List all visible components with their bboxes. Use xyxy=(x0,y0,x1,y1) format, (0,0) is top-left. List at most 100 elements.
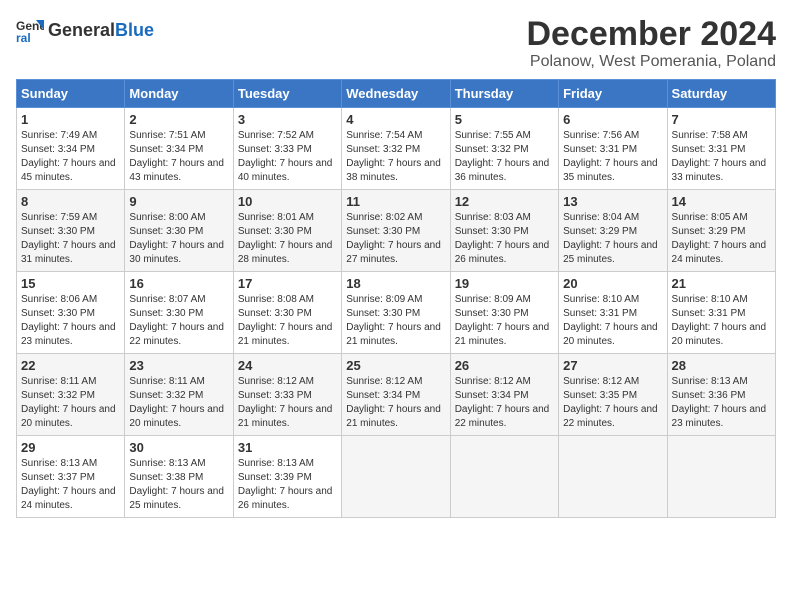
cell-text: Sunrise: 7:51 AMSunset: 3:34 PMDaylight:… xyxy=(129,130,224,183)
day-number: 13 xyxy=(563,194,662,209)
calendar-table: SundayMondayTuesdayWednesdayThursdayFrid… xyxy=(16,79,776,518)
day-number: 6 xyxy=(563,112,662,127)
day-header-sunday: Sunday xyxy=(17,80,125,108)
day-number: 14 xyxy=(672,194,771,209)
calendar-cell: 22 Sunrise: 8:11 AMSunset: 3:32 PMDaylig… xyxy=(17,354,125,436)
day-number: 4 xyxy=(346,112,445,127)
cell-text: Sunrise: 7:52 AMSunset: 3:33 PMDaylight:… xyxy=(238,130,333,183)
day-number: 1 xyxy=(21,112,120,127)
day-number: 8 xyxy=(21,194,120,209)
day-number: 24 xyxy=(238,358,337,373)
day-number: 15 xyxy=(21,276,120,291)
day-number: 17 xyxy=(238,276,337,291)
cell-text: Sunrise: 8:10 AMSunset: 3:31 PMDaylight:… xyxy=(672,294,767,347)
logo: Gene ral GeneralBlue xyxy=(16,16,154,44)
calendar-cell: 13 Sunrise: 8:04 AMSunset: 3:29 PMDaylig… xyxy=(559,190,667,272)
calendar-cell: 16 Sunrise: 8:07 AMSunset: 3:30 PMDaylig… xyxy=(125,272,233,354)
day-number: 16 xyxy=(129,276,228,291)
logo-icon: Gene ral xyxy=(16,16,44,44)
cell-text: Sunrise: 8:12 AMSunset: 3:34 PMDaylight:… xyxy=(455,376,550,429)
calendar-cell: 11 Sunrise: 8:02 AMSunset: 3:30 PMDaylig… xyxy=(342,190,450,272)
calendar-cell: 27 Sunrise: 8:12 AMSunset: 3:35 PMDaylig… xyxy=(559,354,667,436)
calendar-cell: 30 Sunrise: 8:13 AMSunset: 3:38 PMDaylig… xyxy=(125,436,233,518)
header: Gene ral GeneralBlue December 2024 Polan… xyxy=(16,16,776,71)
day-number: 26 xyxy=(455,358,554,373)
day-number: 10 xyxy=(238,194,337,209)
calendar-cell: 7 Sunrise: 7:58 AMSunset: 3:31 PMDayligh… xyxy=(667,108,775,190)
calendar-cell: 15 Sunrise: 8:06 AMSunset: 3:30 PMDaylig… xyxy=(17,272,125,354)
day-number: 28 xyxy=(672,358,771,373)
day-number: 9 xyxy=(129,194,228,209)
calendar-cell: 17 Sunrise: 8:08 AMSunset: 3:30 PMDaylig… xyxy=(233,272,341,354)
day-number: 31 xyxy=(238,440,337,455)
calendar-cell: 2 Sunrise: 7:51 AMSunset: 3:34 PMDayligh… xyxy=(125,108,233,190)
logo-text-blue: Blue xyxy=(115,20,154,41)
cell-text: Sunrise: 8:12 AMSunset: 3:34 PMDaylight:… xyxy=(346,376,441,429)
calendar-cell: 8 Sunrise: 7:59 AMSunset: 3:30 PMDayligh… xyxy=(17,190,125,272)
cell-text: Sunrise: 8:02 AMSunset: 3:30 PMDaylight:… xyxy=(346,212,441,265)
cell-text: Sunrise: 7:56 AMSunset: 3:31 PMDaylight:… xyxy=(563,130,658,183)
cell-text: Sunrise: 8:05 AMSunset: 3:29 PMDaylight:… xyxy=(672,212,767,265)
calendar-cell xyxy=(450,436,558,518)
day-header-wednesday: Wednesday xyxy=(342,80,450,108)
calendar-cell xyxy=(667,436,775,518)
cell-text: Sunrise: 8:13 AMSunset: 3:36 PMDaylight:… xyxy=(672,376,767,429)
cell-text: Sunrise: 8:11 AMSunset: 3:32 PMDaylight:… xyxy=(21,376,116,429)
cell-text: Sunrise: 8:09 AMSunset: 3:30 PMDaylight:… xyxy=(455,294,550,347)
cell-text: Sunrise: 7:55 AMSunset: 3:32 PMDaylight:… xyxy=(455,130,550,183)
calendar-cell xyxy=(342,436,450,518)
day-number: 21 xyxy=(672,276,771,291)
calendar-cell: 29 Sunrise: 8:13 AMSunset: 3:37 PMDaylig… xyxy=(17,436,125,518)
calendar-cell: 18 Sunrise: 8:09 AMSunset: 3:30 PMDaylig… xyxy=(342,272,450,354)
calendar-cell: 23 Sunrise: 8:11 AMSunset: 3:32 PMDaylig… xyxy=(125,354,233,436)
cell-text: Sunrise: 7:49 AMSunset: 3:34 PMDaylight:… xyxy=(21,130,116,183)
day-header-friday: Friday xyxy=(559,80,667,108)
cell-text: Sunrise: 8:13 AMSunset: 3:39 PMDaylight:… xyxy=(238,458,333,511)
cell-text: Sunrise: 7:58 AMSunset: 3:31 PMDaylight:… xyxy=(672,130,767,183)
title-area: December 2024 Polanow, West Pomerania, P… xyxy=(526,16,776,71)
day-header-saturday: Saturday xyxy=(667,80,775,108)
calendar-cell: 24 Sunrise: 8:12 AMSunset: 3:33 PMDaylig… xyxy=(233,354,341,436)
calendar-cell: 14 Sunrise: 8:05 AMSunset: 3:29 PMDaylig… xyxy=(667,190,775,272)
day-header-thursday: Thursday xyxy=(450,80,558,108)
cell-text: Sunrise: 8:03 AMSunset: 3:30 PMDaylight:… xyxy=(455,212,550,265)
calendar-cell: 31 Sunrise: 8:13 AMSunset: 3:39 PMDaylig… xyxy=(233,436,341,518)
subtitle: Polanow, West Pomerania, Poland xyxy=(526,53,776,71)
cell-text: Sunrise: 8:04 AMSunset: 3:29 PMDaylight:… xyxy=(563,212,658,265)
calendar-cell: 21 Sunrise: 8:10 AMSunset: 3:31 PMDaylig… xyxy=(667,272,775,354)
calendar-cell xyxy=(559,436,667,518)
logo-text-general: General xyxy=(48,20,115,41)
day-number: 22 xyxy=(21,358,120,373)
calendar-cell: 19 Sunrise: 8:09 AMSunset: 3:30 PMDaylig… xyxy=(450,272,558,354)
calendar-cell: 6 Sunrise: 7:56 AMSunset: 3:31 PMDayligh… xyxy=(559,108,667,190)
cell-text: Sunrise: 8:08 AMSunset: 3:30 PMDaylight:… xyxy=(238,294,333,347)
day-number: 20 xyxy=(563,276,662,291)
calendar-cell: 9 Sunrise: 8:00 AMSunset: 3:30 PMDayligh… xyxy=(125,190,233,272)
cell-text: Sunrise: 7:54 AMSunset: 3:32 PMDaylight:… xyxy=(346,130,441,183)
calendar-cell: 20 Sunrise: 8:10 AMSunset: 3:31 PMDaylig… xyxy=(559,272,667,354)
calendar-cell: 28 Sunrise: 8:13 AMSunset: 3:36 PMDaylig… xyxy=(667,354,775,436)
calendar-cell: 10 Sunrise: 8:01 AMSunset: 3:30 PMDaylig… xyxy=(233,190,341,272)
svg-text:ral: ral xyxy=(16,31,31,44)
day-number: 3 xyxy=(238,112,337,127)
cell-text: Sunrise: 7:59 AMSunset: 3:30 PMDaylight:… xyxy=(21,212,116,265)
cell-text: Sunrise: 8:12 AMSunset: 3:33 PMDaylight:… xyxy=(238,376,333,429)
day-header-monday: Monday xyxy=(125,80,233,108)
day-number: 7 xyxy=(672,112,771,127)
day-number: 12 xyxy=(455,194,554,209)
day-header-tuesday: Tuesday xyxy=(233,80,341,108)
calendar-cell: 5 Sunrise: 7:55 AMSunset: 3:32 PMDayligh… xyxy=(450,108,558,190)
calendar-cell: 4 Sunrise: 7:54 AMSunset: 3:32 PMDayligh… xyxy=(342,108,450,190)
cell-text: Sunrise: 8:06 AMSunset: 3:30 PMDaylight:… xyxy=(21,294,116,347)
day-number: 23 xyxy=(129,358,228,373)
day-number: 11 xyxy=(346,194,445,209)
day-number: 2 xyxy=(129,112,228,127)
cell-text: Sunrise: 8:11 AMSunset: 3:32 PMDaylight:… xyxy=(129,376,224,429)
cell-text: Sunrise: 8:00 AMSunset: 3:30 PMDaylight:… xyxy=(129,212,224,265)
calendar-cell: 26 Sunrise: 8:12 AMSunset: 3:34 PMDaylig… xyxy=(450,354,558,436)
cell-text: Sunrise: 8:10 AMSunset: 3:31 PMDaylight:… xyxy=(563,294,658,347)
cell-text: Sunrise: 8:13 AMSunset: 3:37 PMDaylight:… xyxy=(21,458,116,511)
calendar-cell: 12 Sunrise: 8:03 AMSunset: 3:30 PMDaylig… xyxy=(450,190,558,272)
day-number: 5 xyxy=(455,112,554,127)
day-number: 25 xyxy=(346,358,445,373)
